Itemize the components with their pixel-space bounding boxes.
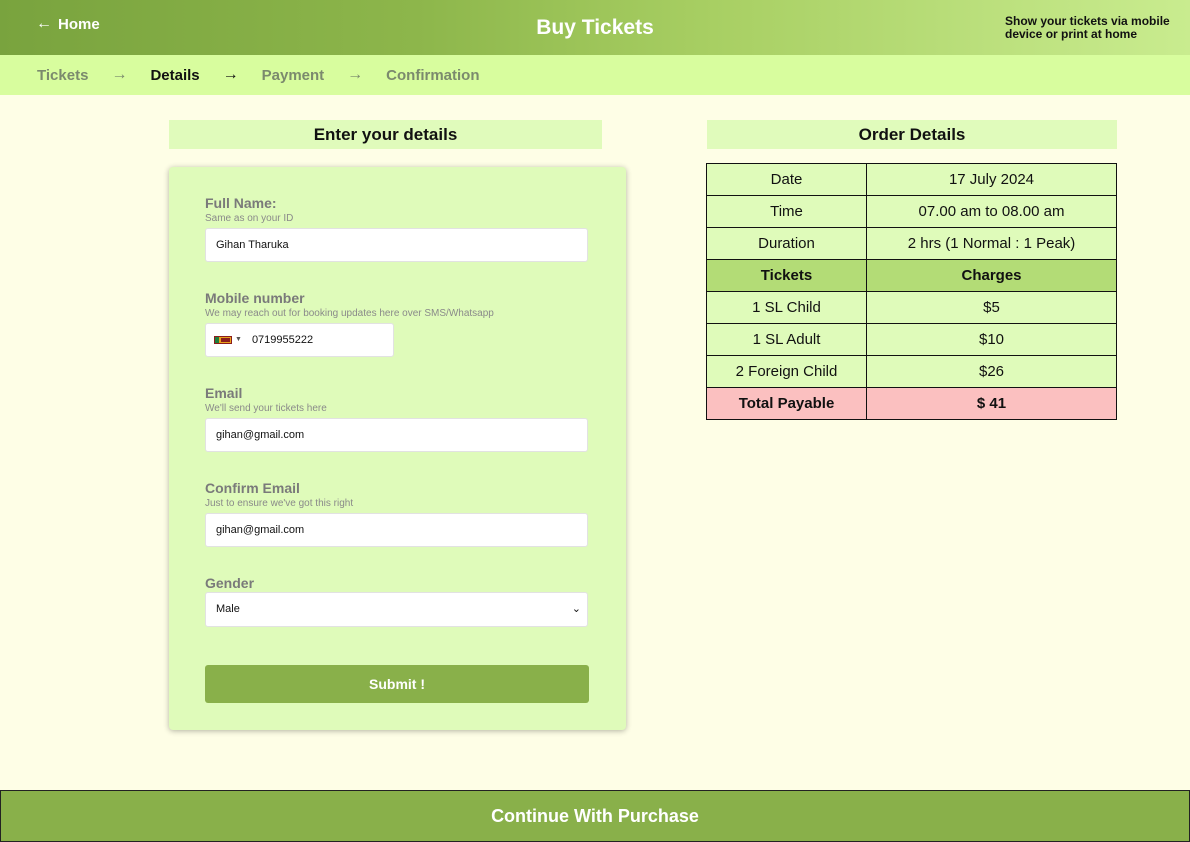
arrow-left-icon: ← xyxy=(36,15,52,32)
sri-lanka-flag-icon[interactable] xyxy=(214,336,232,344)
header-note: Show your tickets via mobile device or p… xyxy=(1005,14,1170,41)
email-label: Email xyxy=(205,385,243,401)
full-name-hint: Same as on your ID xyxy=(205,213,294,224)
ticket-cell: 1 SL Child xyxy=(706,291,867,324)
gender-selected: Male xyxy=(216,603,240,615)
tickets-column-header: Tickets xyxy=(706,259,867,292)
details-heading: Enter your details xyxy=(169,120,602,149)
ticket-cell: 2 Foreign Child xyxy=(706,355,867,388)
table-header-row: Tickets Charges xyxy=(706,259,1117,292)
date-value: 17 July 2024 xyxy=(866,163,1117,196)
total-value: $ 41 xyxy=(866,387,1117,420)
table-row: Duration 2 hrs (1 Normal : 1 Peak) xyxy=(706,227,1117,260)
total-label: Total Payable xyxy=(706,387,867,420)
step-payment[interactable]: Payment xyxy=(262,67,325,84)
details-form: Full Name: Same as on your ID Gihan Thar… xyxy=(169,167,626,730)
email-group: Email We'll send your tickets here xyxy=(205,385,327,414)
table-row: Date 17 July 2024 xyxy=(706,163,1117,196)
confirm-email-group: Confirm Email Just to ensure we've got t… xyxy=(205,480,353,509)
continue-purchase-button[interactable]: Continue With Purchase xyxy=(0,790,1190,842)
arrow-right-icon: → xyxy=(222,66,239,83)
home-link[interactable]: ← Home xyxy=(36,15,100,33)
step-confirmation[interactable]: Confirmation xyxy=(386,67,479,84)
step-details[interactable]: Details xyxy=(150,67,199,84)
mobile-group: Mobile number We may reach out for booki… xyxy=(205,290,494,319)
duration-label: Duration xyxy=(706,227,867,260)
mobile-label: Mobile number xyxy=(205,290,305,306)
table-row: 1 SL Adult $10 xyxy=(706,323,1117,356)
home-link-label: Home xyxy=(58,15,100,33)
email-input[interactable]: gihan@gmail.com xyxy=(205,418,588,452)
table-row: Time 07.00 am to 08.00 am xyxy=(706,195,1117,228)
date-label: Date xyxy=(706,163,867,196)
mobile-value: 0719955222 xyxy=(251,334,314,346)
gender-select[interactable]: Male ⌄ xyxy=(205,592,588,627)
step-tickets[interactable]: Tickets xyxy=(37,67,88,84)
duration-value: 2 hrs (1 Normal : 1 Peak) xyxy=(866,227,1117,260)
charge-cell: $5 xyxy=(866,291,1117,324)
top-header: ← Home Buy Tickets Show your tickets via… xyxy=(0,0,1190,55)
chevron-down-icon: ⌄ xyxy=(571,603,581,615)
full-name-group: Full Name: Same as on your ID xyxy=(205,195,293,224)
submit-button[interactable]: Submit ! xyxy=(205,665,589,703)
total-row: Total Payable $ 41 xyxy=(706,387,1117,420)
time-value: 07.00 am to 08.00 am xyxy=(866,195,1117,228)
caret-down-icon[interactable]: ▼ xyxy=(235,324,242,356)
arrow-right-icon: → xyxy=(111,66,128,83)
gender-group: Gender xyxy=(205,575,254,591)
gender-label: Gender xyxy=(205,575,255,591)
order-heading: Order Details xyxy=(707,120,1117,149)
page-title: Buy Tickets xyxy=(536,16,654,39)
full-name-input[interactable]: Gihan Tharuka xyxy=(205,228,588,262)
confirm-email-input[interactable]: gihan@gmail.com xyxy=(205,513,588,547)
table-row: 1 SL Child $5 xyxy=(706,291,1117,324)
mobile-input[interactable]: ▼ 0719955222 xyxy=(205,323,394,357)
arrow-right-icon: → xyxy=(347,66,364,83)
email-hint: We'll send your tickets here xyxy=(205,403,327,414)
confirm-email-label: Confirm Email xyxy=(205,480,300,496)
charges-column-header: Charges xyxy=(866,259,1117,292)
time-label: Time xyxy=(706,195,867,228)
table-row: 2 Foreign Child $26 xyxy=(706,355,1117,388)
full-name-label: Full Name: xyxy=(205,195,277,211)
charge-cell: $10 xyxy=(866,323,1117,356)
progress-steps: Tickets → Details → Payment → Confirmati… xyxy=(0,55,1190,95)
ticket-cell: 1 SL Adult xyxy=(706,323,867,356)
mobile-hint: We may reach out for booking updates her… xyxy=(205,308,494,319)
confirm-email-hint: Just to ensure we've got this right xyxy=(205,498,354,509)
order-details-table: Date 17 July 2024 Time 07.00 am to 08.00… xyxy=(706,163,1117,420)
charge-cell: $26 xyxy=(866,355,1117,388)
